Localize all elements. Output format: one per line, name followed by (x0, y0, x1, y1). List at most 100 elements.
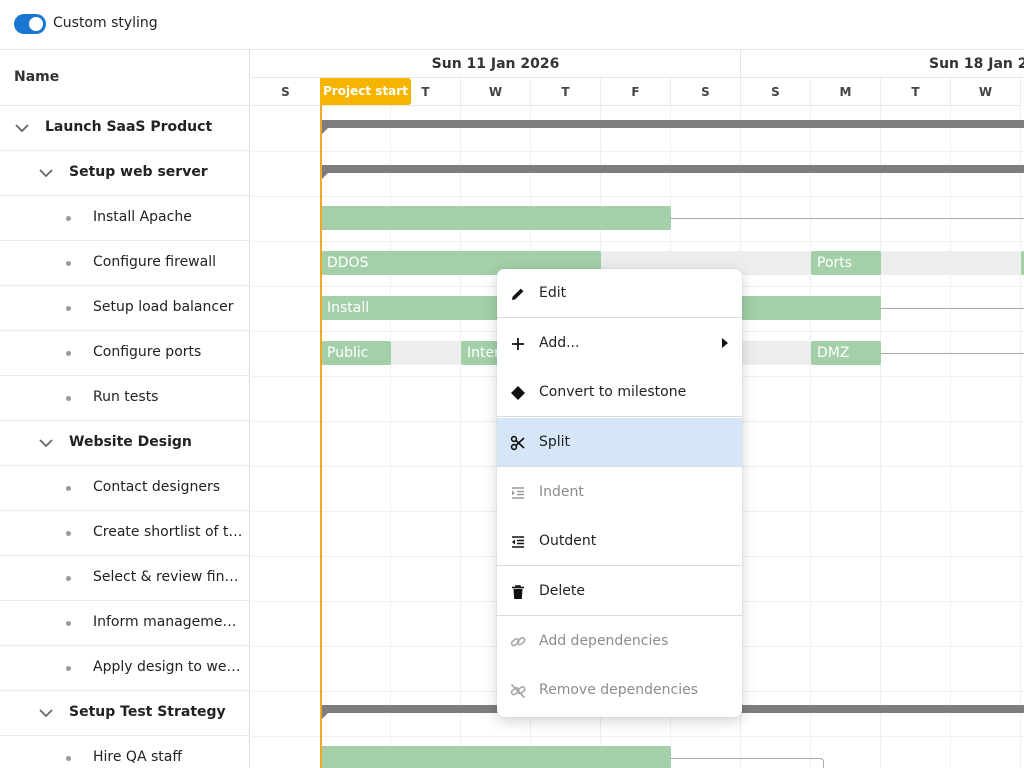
chevron-down-icon[interactable] (38, 165, 54, 181)
grid-line (251, 241, 1024, 242)
menu-item-label: Remove dependencies (539, 682, 699, 698)
task-row[interactable]: Launch SaaS Product (0, 106, 249, 151)
task-name: Inform manageme… (93, 614, 237, 630)
bullet-icon (66, 621, 71, 626)
menu-item-remove-dependencies[interactable]: Remove dependencies (497, 666, 742, 715)
bullet-icon (66, 531, 71, 536)
summary-bar-notch (321, 173, 328, 180)
task-row[interactable]: Select & review fin… (0, 556, 249, 601)
trash-icon (512, 585, 524, 599)
task-row[interactable]: Apply design to we… (0, 646, 249, 691)
menu-item-add-dependencies[interactable]: Add dependencies (497, 617, 742, 666)
task-bar-ports-public[interactable]: Public (321, 341, 391, 365)
task-row[interactable]: Inform manageme… (0, 601, 249, 646)
task-row[interactable]: Setup web server (0, 151, 249, 196)
custom-styling-toggle[interactable] (14, 14, 46, 34)
submenu-arrow-icon (722, 338, 728, 348)
task-name: Setup load balancer (93, 299, 234, 315)
bullet-icon (66, 261, 71, 266)
task-name: Launch SaaS Product (45, 119, 213, 135)
grid-line (810, 106, 811, 768)
toolbar: Custom styling (0, 0, 1024, 50)
day-header: S (671, 78, 741, 106)
menu-item-split[interactable]: Split (497, 418, 742, 467)
task-name: Hire QA staff (93, 749, 182, 765)
indent-icon (512, 487, 524, 499)
scissors-icon (510, 435, 525, 451)
bullet-icon (66, 351, 71, 356)
split-gap (881, 251, 1021, 275)
column-header-name[interactable]: Name (14, 69, 59, 85)
grid-line (251, 736, 1024, 737)
day-header: W (461, 78, 531, 106)
task-row[interactable]: Configure firewall (0, 241, 249, 286)
task-row[interactable]: Setup Test Strategy (0, 691, 249, 736)
grid-line (1020, 106, 1021, 768)
task-bar-firewall-ports[interactable]: Ports (811, 251, 881, 275)
project-start-tag: Project start (320, 78, 411, 105)
menu-item-edit[interactable]: Edit (497, 269, 742, 318)
task-name: Create shortlist of t… (93, 524, 243, 540)
bullet-icon (66, 756, 71, 761)
project-start-line (320, 78, 322, 768)
link-icon (510, 636, 526, 647)
summary-bar-web-server[interactable] (321, 165, 1024, 173)
dependency-line (881, 353, 1024, 354)
bullet-icon (66, 216, 71, 221)
chevron-down-icon[interactable] (38, 705, 54, 721)
task-bar-hire-qa[interactable] (321, 746, 671, 768)
task-bar-ports-dmz[interactable]: DMZ (811, 341, 881, 365)
task-row[interactable]: Contact designers (0, 466, 249, 511)
day-header: T (881, 78, 951, 106)
menu-item-indent[interactable]: Indent (497, 468, 742, 517)
plus-icon (512, 338, 524, 350)
menu-item-outdent[interactable]: Outdent (497, 517, 742, 566)
task-row[interactable]: Setup load balancer (0, 286, 249, 331)
menu-item-label: Outdent (539, 533, 597, 549)
grid-line (950, 106, 951, 768)
menu-item-label: Convert to milestone (539, 384, 687, 400)
custom-styling-label: Custom styling (53, 15, 158, 31)
grid-line (251, 196, 1024, 197)
task-row[interactable]: Run tests (0, 376, 249, 421)
bullet-icon (66, 666, 71, 671)
summary-bar-launch-saas[interactable] (321, 120, 1024, 128)
summary-bar-notch (321, 713, 328, 720)
dependency-line (671, 218, 1024, 219)
chevron-down-icon[interactable] (38, 435, 54, 451)
task-row[interactable]: Configure ports (0, 331, 249, 376)
dependency-line (671, 758, 821, 759)
task-name: Install Apache (93, 209, 192, 225)
task-row[interactable]: Install Apache (0, 196, 249, 241)
task-name: Setup Test Strategy (69, 704, 226, 720)
task-row[interactable]: Website Design (0, 421, 249, 466)
task-bar-install-apache[interactable] (321, 206, 671, 230)
task-name: Configure ports (93, 344, 202, 360)
unlink-icon (510, 683, 526, 699)
menu-item-label: Add dependencies (539, 633, 669, 649)
menu-item-add[interactable]: Add... (497, 319, 742, 368)
menu-item-label: Indent (539, 484, 584, 500)
menu-item-delete[interactable]: Delete (497, 567, 742, 616)
menu-item-label: Add... (539, 335, 580, 351)
bullet-icon (66, 306, 71, 311)
task-name: Website Design (69, 434, 192, 450)
week-header: Sun 11 Jan 2026 (251, 50, 741, 78)
day-header: F (601, 78, 671, 106)
split-gap (391, 341, 461, 365)
context-menu: Edit Add... Convert to milestone Split I… (497, 269, 742, 717)
outdent-icon (512, 536, 524, 548)
day-header: W (951, 78, 1021, 106)
task-row[interactable]: Hire QA staff (0, 736, 249, 768)
menu-item-label: Edit (539, 285, 567, 301)
task-name: Contact designers (93, 479, 221, 495)
chevron-down-icon[interactable] (14, 120, 30, 136)
menu-item-convert-to-milestone[interactable]: Convert to milestone (497, 368, 742, 417)
toggle-knob (29, 17, 43, 31)
grid-header: Name (0, 50, 249, 106)
bullet-icon (66, 576, 71, 581)
task-row[interactable]: Create shortlist of t… (0, 511, 249, 556)
bullet-icon (66, 486, 71, 491)
day-header: S (741, 78, 811, 106)
task-name: Apply design to we… (93, 659, 241, 675)
